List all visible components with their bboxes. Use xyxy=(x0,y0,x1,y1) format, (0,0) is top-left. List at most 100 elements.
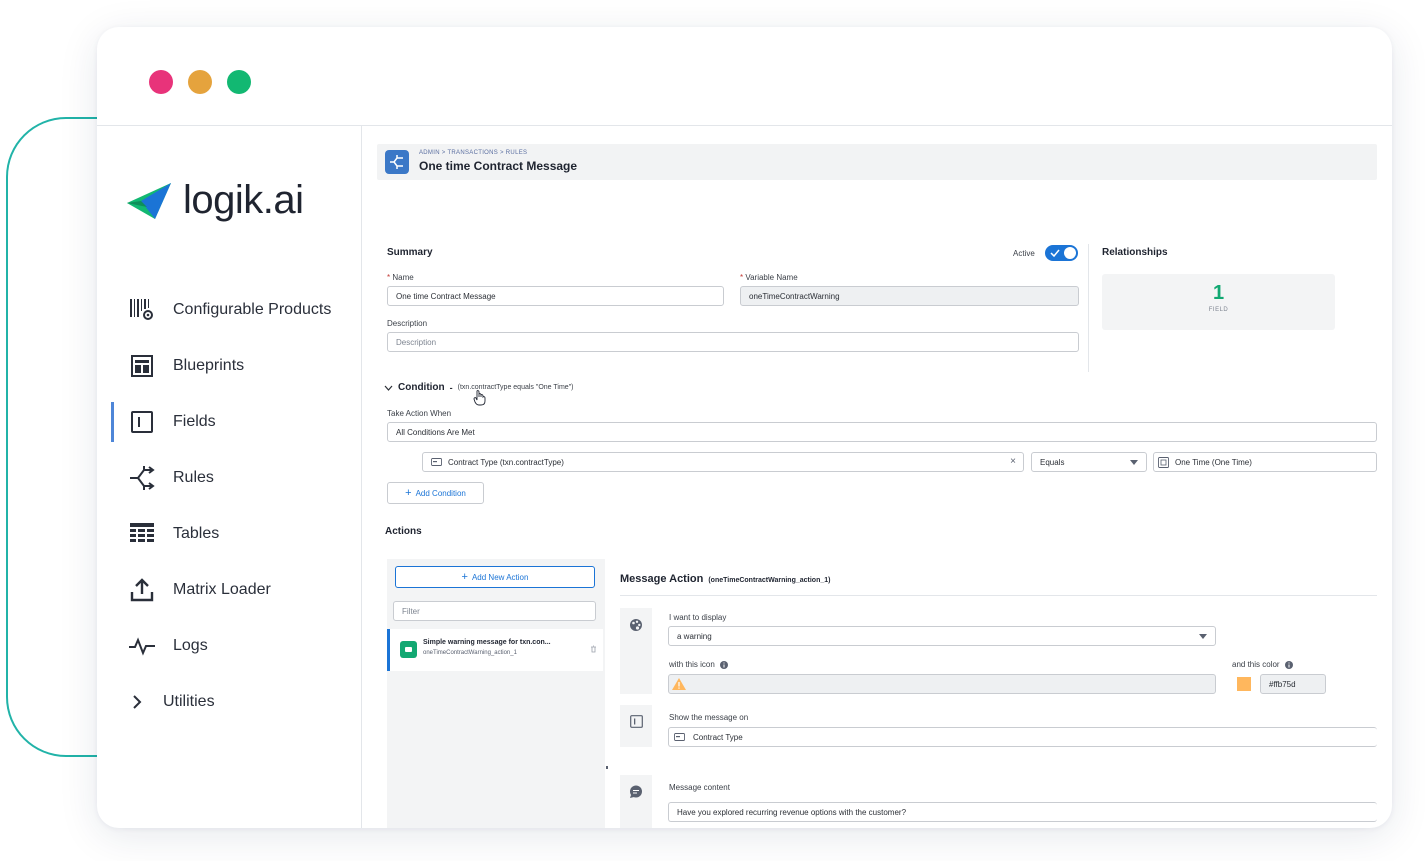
color-swatch[interactable] xyxy=(1237,677,1251,691)
sidebar-item-label: Fields xyxy=(173,413,216,430)
action-list-item[interactable]: Simple warning message for txn.con... on… xyxy=(387,629,603,671)
description-label: Description xyxy=(387,319,428,328)
actions-list-panel: + Add New Action Filter Simple warning m… xyxy=(387,559,605,828)
condition-field-select[interactable]: Contract Type (txn.contractType) × xyxy=(422,452,1024,472)
show-on-row-icon-cell xyxy=(620,705,652,747)
sidebar-item-label: Logs xyxy=(173,637,208,654)
rules-branch-icon xyxy=(127,463,157,493)
logo[interactable]: logik.ai xyxy=(127,178,304,223)
warning-icon xyxy=(672,678,686,690)
relationships-card[interactable]: 1 FIELD xyxy=(1102,274,1335,330)
take-action-label: Take Action When xyxy=(387,409,452,418)
sidebar-item-label: Matrix Loader xyxy=(173,581,271,598)
active-toggle[interactable] xyxy=(1045,245,1078,261)
sidebar-item-logs[interactable]: Logs xyxy=(127,628,208,664)
condition-value-field[interactable]: One Time (One Time) xyxy=(1153,452,1377,472)
message-action-header: Message Action (oneTimeContractWarning_a… xyxy=(620,573,830,585)
main-content: ADMIN > TRANSACTIONS > RULES One time Co… xyxy=(362,126,1392,828)
chevron-right-icon xyxy=(127,687,147,717)
message-action-icon xyxy=(400,641,417,658)
plus-icon: + xyxy=(461,571,468,583)
icon-field[interactable] xyxy=(668,674,1216,694)
display-row-icon-cell xyxy=(620,608,652,694)
add-new-action-button[interactable]: + Add New Action xyxy=(395,566,595,588)
condition-field-value: Contract Type (txn.contractType) xyxy=(448,457,564,467)
info-icon[interactable] xyxy=(1284,660,1293,669)
field-icon xyxy=(127,407,157,437)
pulse-icon xyxy=(127,631,157,661)
panel-resize-handle[interactable] xyxy=(606,766,608,769)
color-field[interactable]: #ffb75d xyxy=(1260,674,1326,694)
table-icon xyxy=(127,519,157,549)
delete-icon[interactable] xyxy=(590,645,597,653)
sidebar-item-label: Rules xyxy=(173,469,214,486)
check-icon xyxy=(1050,249,1060,258)
relationships-count: 1 xyxy=(1212,282,1225,304)
content-label: Message content xyxy=(669,783,730,792)
app-window: logik.ai Configurable Products Blueprint… xyxy=(97,27,1392,828)
clear-icon[interactable]: × xyxy=(1010,456,1016,467)
message-action-id: (oneTimeContractWarning_action_1) xyxy=(708,577,831,584)
condition-separator: - xyxy=(449,382,453,393)
show-on-value: Contract Type xyxy=(693,732,743,742)
sidebar-item-label: Configurable Products xyxy=(173,301,332,318)
barcode-gear-icon xyxy=(127,295,157,325)
actions-filter-input[interactable]: Filter xyxy=(393,601,596,621)
field-icon xyxy=(629,715,643,728)
blueprint-icon xyxy=(127,351,157,381)
sidebar-item-blueprints[interactable]: Blueprints xyxy=(127,348,244,384)
content-field[interactable]: Have you explored recurring revenue opti… xyxy=(668,802,1377,822)
minimize-dot[interactable] xyxy=(188,70,212,94)
hand-cursor-icon xyxy=(473,390,486,406)
breadcrumb[interactable]: ADMIN > TRANSACTIONS > RULES xyxy=(419,150,527,156)
add-condition-label: Add Condition xyxy=(415,488,466,498)
show-on-field[interactable]: Contract Type xyxy=(668,727,1377,747)
toggle-knob xyxy=(1064,247,1076,259)
page-header: ADMIN > TRANSACTIONS > RULES One time Co… xyxy=(377,144,1377,180)
sidebar-item-tables[interactable]: Tables xyxy=(127,516,219,552)
sidebar: logik.ai Configurable Products Blueprint… xyxy=(97,126,362,828)
display-select[interactable]: a warning xyxy=(668,626,1216,646)
sidebar-item-label: Utilities xyxy=(163,693,215,710)
relationships-count-label: FIELD xyxy=(1208,307,1229,313)
divider xyxy=(1088,244,1089,372)
relationships-title: Relationships xyxy=(1102,247,1168,258)
condition-value: One Time (One Time) xyxy=(1175,457,1252,467)
sidebar-item-matrix-loader[interactable]: Matrix Loader xyxy=(127,572,271,608)
message-action-title: Message Action xyxy=(620,573,704,585)
name-field[interactable]: One time Contract Message xyxy=(387,286,724,306)
close-dot[interactable] xyxy=(149,70,173,94)
active-indicator xyxy=(111,402,114,442)
upload-icon xyxy=(127,575,157,605)
sidebar-item-rules[interactable]: Rules xyxy=(127,460,214,496)
field-type-icon xyxy=(431,458,442,466)
sidebar-item-label: Blueprints xyxy=(173,357,245,374)
sidebar-item-configurable-products[interactable]: Configurable Products xyxy=(127,292,331,328)
condition-operator-select[interactable]: Equals xyxy=(1031,452,1147,472)
sidebar-item-utilities[interactable]: Utilities xyxy=(127,684,215,720)
add-condition-button[interactable]: + Add Condition xyxy=(387,482,484,504)
display-label: I want to display xyxy=(669,613,727,622)
variable-name-field: oneTimeContractWarning xyxy=(740,286,1079,306)
take-action-field[interactable]: All Conditions Are Met xyxy=(387,422,1377,442)
field-type-icon xyxy=(674,733,685,741)
actions-title: Actions xyxy=(385,526,422,537)
sidebar-item-label: Tables xyxy=(173,525,220,542)
info-icon[interactable] xyxy=(719,660,728,669)
add-new-action-label: Add New Action xyxy=(471,572,529,582)
action-item-subtitle: oneTimeContractWarning_action_1 xyxy=(423,650,517,656)
value-picklist-icon xyxy=(1158,456,1169,468)
name-label: * Name xyxy=(387,273,414,282)
maximize-dot[interactable] xyxy=(227,70,251,94)
condition-title: Condition xyxy=(398,382,445,393)
rules-header-icon xyxy=(385,150,409,174)
description-field[interactable]: Description xyxy=(387,332,1079,352)
palette-icon xyxy=(630,619,642,631)
chat-bubble-icon xyxy=(630,785,642,798)
sidebar-item-fields[interactable]: Fields xyxy=(127,404,216,440)
condition-operator-value: Equals xyxy=(1040,458,1065,467)
show-on-label: Show the message on xyxy=(669,713,749,722)
caret-down-icon xyxy=(1130,460,1138,465)
page-title: One time Contract Message xyxy=(419,159,578,173)
action-item-title: Simple warning message for txn.con... xyxy=(423,639,551,646)
